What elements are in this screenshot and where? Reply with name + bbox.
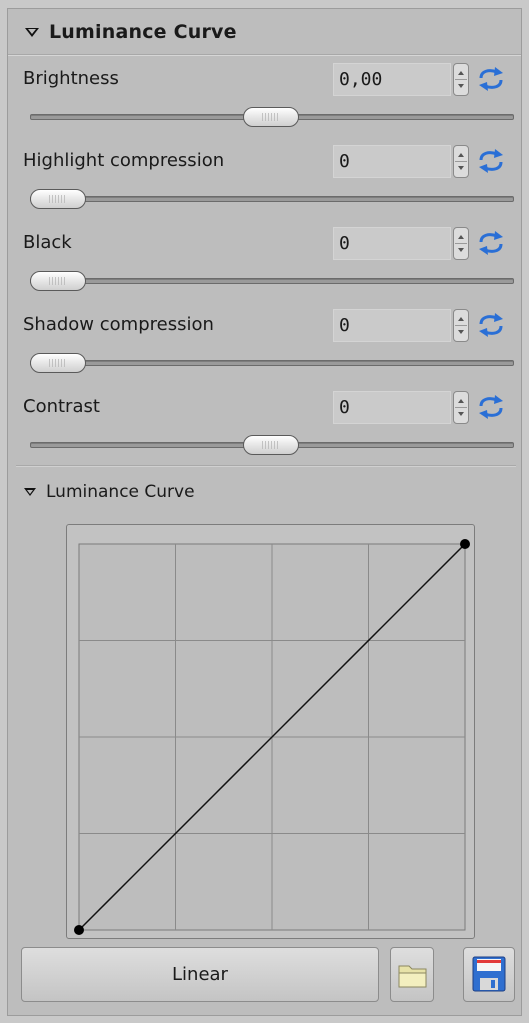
- black-slider-thumb[interactable]: [30, 271, 86, 291]
- curve-type-button[interactable]: Linear: [21, 947, 379, 1002]
- spin-down-icon[interactable]: [458, 248, 464, 252]
- spin-down-icon[interactable]: [458, 412, 464, 416]
- slider-label: Brightness: [23, 68, 119, 89]
- slider-row-highlight-compression: Highlight compression 0: [8, 138, 521, 220]
- panel-header[interactable]: Luminance Curve: [8, 9, 521, 55]
- highlight-compression-input[interactable]: 0: [333, 145, 451, 178]
- slider-label: Highlight compression: [23, 150, 225, 171]
- divider: [16, 466, 516, 467]
- collapse-triangle-icon[interactable]: [24, 488, 36, 496]
- curve-canvas[interactable]: [67, 525, 474, 938]
- slider-label: Contrast: [23, 396, 100, 417]
- save-curve-button[interactable]: [463, 947, 515, 1002]
- brightness-input[interactable]: 0,00: [333, 63, 451, 96]
- spin-up-icon[interactable]: [458, 399, 464, 403]
- curve-control-point[interactable]: [460, 539, 470, 549]
- floppy-save-icon: [472, 956, 506, 992]
- brightness-slider-thumb[interactable]: [243, 107, 299, 127]
- reset-icon[interactable]: [475, 66, 507, 92]
- panel-title: Luminance Curve: [49, 21, 237, 43]
- reset-icon[interactable]: [475, 148, 507, 174]
- shadow-compression-slider-track[interactable]: [30, 360, 514, 366]
- curve-section-title: Luminance Curve: [46, 482, 195, 502]
- spin-down-icon[interactable]: [458, 330, 464, 334]
- collapse-triangle-icon[interactable]: [25, 27, 39, 37]
- curve-control-point[interactable]: [74, 925, 84, 935]
- black-slider-track[interactable]: [30, 278, 514, 284]
- slider-row-brightness: Brightness 0,00: [8, 56, 521, 138]
- spin-up-icon[interactable]: [458, 317, 464, 321]
- slider-row-contrast: Contrast 0: [8, 384, 521, 466]
- spin-up-icon[interactable]: [458, 153, 464, 157]
- reset-icon[interactable]: [475, 394, 507, 420]
- highlight-compression-slider-thumb[interactable]: [30, 189, 86, 209]
- shadow-compression-spinner[interactable]: [453, 309, 469, 342]
- curve-section-header[interactable]: Luminance Curve: [8, 477, 195, 507]
- spin-up-icon[interactable]: [458, 71, 464, 75]
- contrast-spinner[interactable]: [453, 391, 469, 424]
- slider-row-shadow-compression: Shadow compression 0: [8, 302, 521, 384]
- spin-down-icon[interactable]: [458, 84, 464, 88]
- black-input[interactable]: 0: [333, 227, 451, 260]
- reset-icon[interactable]: [475, 312, 507, 338]
- reset-icon[interactable]: [475, 230, 507, 256]
- spin-down-icon[interactable]: [458, 166, 464, 170]
- highlight-compression-slider-track[interactable]: [30, 196, 514, 202]
- contrast-slider-thumb[interactable]: [243, 435, 299, 455]
- luminance-curve-panel: Luminance Curve Brightness 0,00 Highligh…: [7, 8, 522, 1016]
- shadow-compression-slider-thumb[interactable]: [30, 353, 86, 373]
- slider-label: Black: [23, 232, 72, 253]
- spin-up-icon[interactable]: [458, 235, 464, 239]
- shadow-compression-input[interactable]: 0: [333, 309, 451, 342]
- contrast-input[interactable]: 0: [333, 391, 451, 424]
- black-spinner[interactable]: [453, 227, 469, 260]
- highlight-compression-spinner[interactable]: [453, 145, 469, 178]
- brightness-spinner[interactable]: [453, 63, 469, 96]
- curve-editor[interactable]: [66, 524, 475, 939]
- folder-open-icon: [398, 965, 427, 988]
- slider-row-black: Black 0: [8, 220, 521, 302]
- slider-label: Shadow compression: [23, 314, 214, 335]
- open-curve-button[interactable]: [390, 947, 434, 1002]
